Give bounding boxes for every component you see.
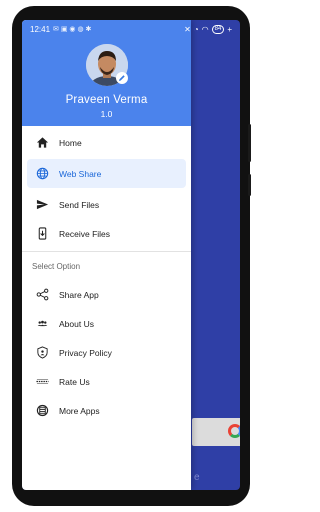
group-icon (37, 320, 48, 327)
menu-item-privacy-policy[interactable]: Privacy Policy (22, 338, 191, 367)
home-icon (36, 137, 49, 148)
power-button (248, 174, 251, 196)
menu-item-web-share[interactable]: Web Share (27, 159, 186, 188)
charging-icon: + (227, 24, 232, 34)
menu-item-label: Receive Files (59, 228, 111, 239)
menu-item-label: Privacy Policy (59, 347, 112, 358)
background-hint-text: e (194, 472, 200, 483)
primary-menu: Home Web Share Send Files Receive Files … (22, 128, 191, 425)
menu-item-label: Share App (59, 289, 99, 300)
screen: e 12:41 ✉ ▣ ◉ ◍ ✱ ✕ ◔ ◠ 84 + Praveen Ver… (22, 20, 240, 490)
menu-item-send-files[interactable]: Send Files (22, 190, 191, 219)
menu-item-rate-us[interactable]: Rate Us (22, 367, 191, 396)
app-version: 1.0 (100, 109, 113, 119)
pencil-icon (119, 75, 125, 81)
volume-button (248, 124, 251, 162)
menu-divider (22, 251, 191, 252)
menu-item-label: Home (59, 137, 82, 148)
menu-item-receive-files[interactable]: Receive Files (22, 219, 191, 248)
receive-phone-icon (38, 227, 47, 240)
status-bar: 12:41 ✉ ▣ ◉ ◍ ✱ ✕ ◔ ◠ 84 + (22, 20, 240, 38)
menu-item-home[interactable]: Home (22, 128, 191, 157)
battery-icon: 84 (211, 24, 225, 34)
status-time: 12:41 (30, 24, 51, 34)
menu-item-label: Rate Us (59, 376, 90, 387)
user-name: Praveen Verma (65, 94, 148, 106)
apps-icon (36, 404, 49, 417)
alarm-icon: ◔ (193, 24, 199, 34)
menu-item-about-us[interactable]: About Us (22, 309, 191, 338)
send-icon (36, 199, 49, 210)
globe-icon (36, 167, 49, 180)
menu-item-label: Web Share (59, 168, 102, 179)
mute-icon: ✕ (184, 24, 191, 34)
rating-icon (36, 379, 49, 384)
menu-item-more-apps[interactable]: More Apps (22, 396, 191, 425)
secondary-menu: Share App About Us Privacy Policy Rate U… (22, 280, 191, 425)
background-card (192, 418, 240, 446)
shield-icon (37, 346, 48, 359)
menu-item-label: More Apps (59, 405, 100, 416)
battery-level: 84 (214, 25, 222, 32)
edit-avatar-button[interactable] (116, 72, 128, 84)
notification-icons: ✉ ▣ ◉ ◍ ✱ (53, 26, 92, 33)
google-logo-icon (228, 424, 240, 438)
menu-item-label: Send Files (59, 199, 100, 210)
wifi-icon: ◠ (201, 24, 209, 34)
navigation-drawer: Praveen Verma 1.0 Home Web Share Send Fi… (22, 20, 191, 490)
menu-item-share-app[interactable]: Share App (22, 280, 191, 309)
share-icon (36, 288, 49, 301)
menu-item-label: About Us (59, 318, 94, 329)
section-title: Select Option (32, 261, 81, 271)
